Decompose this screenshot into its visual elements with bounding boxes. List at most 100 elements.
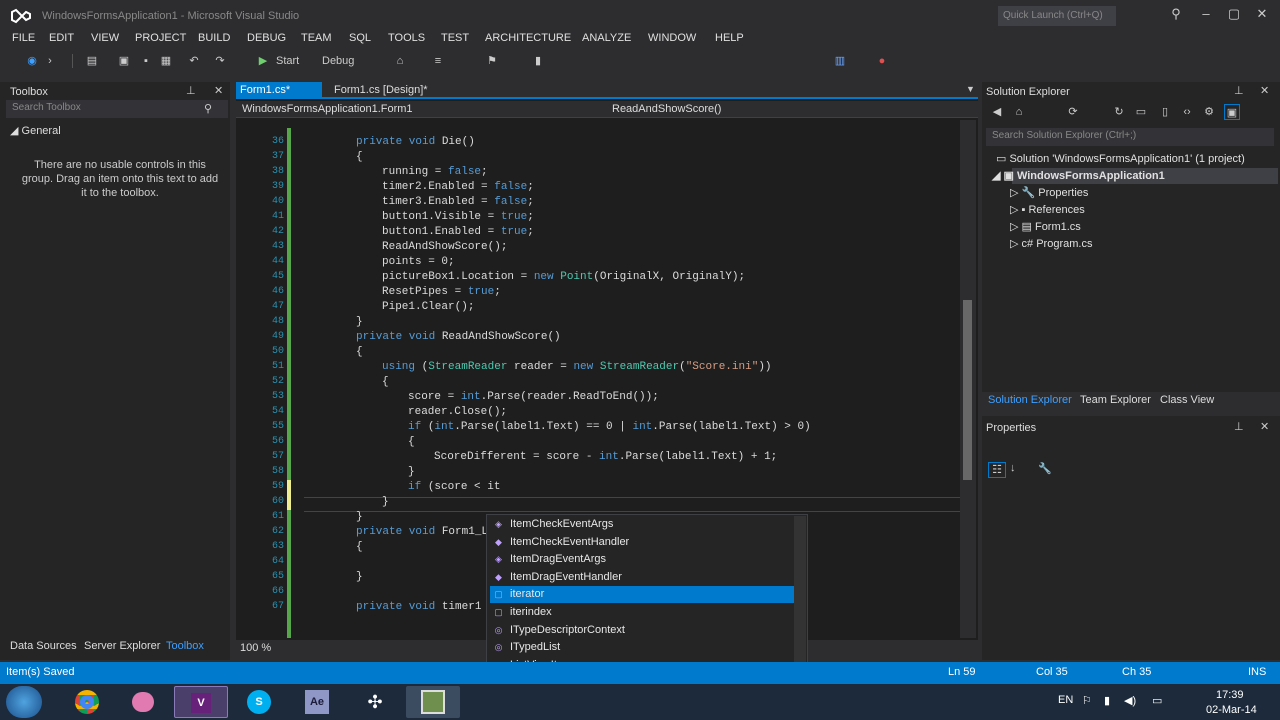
intellisense-item[interactable]: ◆ ItemDragEventHandler — [490, 569, 794, 586]
tab-data-sources[interactable]: Data Sources — [10, 640, 77, 652]
menu-file[interactable]: FILE — [12, 32, 35, 44]
solution-search-input[interactable]: Search Solution Explorer (Ctrl+;) — [986, 128, 1274, 146]
pin-icon[interactable]: ⊥ — [1234, 420, 1244, 433]
menu-architecture[interactable]: ARCHITECTURE — [485, 32, 571, 44]
toolbox-group-general[interactable]: ◢ General — [10, 124, 61, 137]
tab-overflow-icon[interactable]: ▼ — [966, 84, 975, 94]
forward-icon[interactable]: › — [44, 53, 56, 69]
clock-date[interactable]: 02-Mar-14 — [1206, 704, 1257, 716]
intellisense-item[interactable]: ◆ ItemCheckEventHandler — [490, 534, 794, 551]
tree-item-form1[interactable]: ▷ ▤ Form1.cs — [1010, 220, 1081, 233]
comment-icon[interactable]: ≡ — [430, 53, 446, 69]
network-app-icon[interactable]: ✣ — [348, 686, 402, 718]
volume-icon[interactable]: ◀) — [1124, 694, 1136, 707]
tree-item-references[interactable]: ▷ ▪ References — [1010, 203, 1085, 216]
skype-icon[interactable]: S — [232, 686, 286, 718]
menu-sql[interactable]: SQL — [349, 32, 371, 44]
power-icon[interactable]: ▭ — [1152, 694, 1162, 707]
menu-window[interactable]: WINDOW — [648, 32, 696, 44]
tree-item-program[interactable]: ▷ c# Program.cs — [1010, 237, 1092, 250]
intellisense-scrollbar[interactable] — [794, 516, 806, 672]
quick-launch-input[interactable]: Quick Launch (Ctrl+Q) — [998, 6, 1116, 26]
menu-debug[interactable]: DEBUG — [247, 32, 286, 44]
toolbox-search-input[interactable]: Search Toolbox — [6, 100, 228, 118]
team-icon[interactable]: ▥ — [832, 53, 848, 69]
minimize-button[interactable]: – — [1196, 6, 1216, 21]
flag-icon[interactable]: ⚐ — [1082, 694, 1092, 707]
zoom-level[interactable]: 100 % — [240, 642, 271, 654]
member-dropdown[interactable]: ReadAndShowScore() — [612, 103, 721, 115]
tab-team-explorer[interactable]: Team Explorer — [1080, 394, 1151, 406]
properties-icon[interactable]: ⚙ — [1202, 104, 1216, 120]
redo-icon[interactable]: ↷ — [212, 53, 228, 69]
close-icon[interactable]: ✕ — [1260, 84, 1269, 97]
open-icon[interactable]: ▣ — [116, 53, 132, 69]
menu-project[interactable]: PROJECT — [135, 32, 186, 44]
close-icon[interactable]: ✕ — [214, 84, 223, 97]
intellisense-item[interactable]: ◎ ITypedList — [490, 639, 794, 656]
stop-icon[interactable]: ▮ — [530, 53, 546, 69]
game-app-icon[interactable] — [116, 686, 170, 718]
feedback-icon[interactable]: ● — [874, 53, 890, 69]
pin-icon[interactable]: ⊥ — [1234, 84, 1244, 97]
tree-item-properties[interactable]: ▷ 🔧 Properties — [1010, 186, 1088, 199]
intellisense-item[interactable]: ◈ ItemDragEventArgs — [490, 551, 794, 568]
tab-form1-design[interactable]: Form1.cs [Design]* — [330, 82, 432, 98]
menu-team[interactable]: TEAM — [301, 32, 332, 44]
pin-icon[interactable]: ⊥ — [186, 84, 196, 97]
start-icon[interactable]: ▶ — [258, 53, 268, 69]
bookmark-icon[interactable]: ⚑ — [484, 53, 500, 69]
close-icon[interactable]: ✕ — [1260, 420, 1269, 433]
tab-toolbox[interactable]: Toolbox — [166, 640, 204, 652]
configuration-select[interactable]: Debug — [322, 53, 372, 69]
language-indicator[interactable]: EN — [1058, 694, 1073, 706]
back-icon[interactable]: ◀ — [990, 104, 1004, 120]
search-icon[interactable]: ⚲ — [1166, 6, 1186, 22]
project-node[interactable]: ◢ ▣ WindowsFormsApplication1 — [992, 169, 1165, 182]
menu-analyze[interactable]: ANALYZE — [582, 32, 631, 44]
type-dropdown[interactable]: WindowsFormsApplication1.Form1 — [242, 103, 413, 115]
tab-server-explorer[interactable]: Server Explorer — [84, 640, 160, 652]
menu-build[interactable]: BUILD — [198, 32, 230, 44]
start-orb-icon[interactable] — [6, 686, 42, 718]
home-icon[interactable]: ⌂ — [1012, 104, 1026, 120]
close-button[interactable]: ✕ — [1252, 6, 1272, 22]
menu-tools[interactable]: TOOLS — [388, 32, 425, 44]
menu-help[interactable]: HELP — [715, 32, 744, 44]
property-pages-icon[interactable]: 🔧 — [1038, 462, 1052, 475]
browser-link-icon[interactable]: ⌂ — [392, 53, 408, 69]
menu-test[interactable]: TEST — [441, 32, 469, 44]
intellisense-item[interactable]: ◈ ItemCheckEventArgs — [490, 516, 794, 533]
intellisense-item[interactable]: ▢ iterator — [490, 586, 794, 604]
chrome-icon[interactable] — [60, 686, 114, 718]
new-project-icon[interactable]: ▤ — [84, 53, 100, 69]
undo-icon[interactable]: ↶ — [186, 53, 202, 69]
tab-form1-cs[interactable]: Form1.cs* — [236, 82, 322, 99]
maximize-button[interactable]: ▢ — [1224, 6, 1244, 22]
menu-edit[interactable]: EDIT — [49, 32, 74, 44]
refresh-icon[interactable]: ↻ — [1112, 104, 1126, 120]
visual-studio-taskbar-icon[interactable]: V — [174, 686, 228, 718]
start-button[interactable]: Start — [276, 53, 306, 69]
back-icon[interactable]: ◉ — [24, 53, 40, 69]
intellisense-item[interactable]: ▢ iterindex — [490, 604, 794, 621]
network-icon[interactable]: ▮ — [1104, 694, 1110, 707]
game-window-icon[interactable] — [406, 686, 460, 718]
save-icon[interactable]: ▪ — [138, 53, 154, 69]
categorized-icon[interactable]: ☷ — [988, 462, 1006, 478]
menu-view[interactable]: VIEW — [91, 32, 119, 44]
view-code-icon[interactable]: ‹› — [1180, 104, 1194, 120]
tab-solution-explorer[interactable]: Solution Explorer — [988, 394, 1072, 406]
collapse-icon[interactable]: ▭ — [1134, 104, 1148, 120]
intellisense-item[interactable]: ◎ ITypeDescriptorContext — [490, 622, 794, 639]
show-all-icon[interactable]: ▯ — [1158, 104, 1172, 120]
preview-icon[interactable]: ▣ — [1224, 104, 1240, 120]
scroll-thumb[interactable] — [963, 300, 972, 480]
tab-class-view[interactable]: Class View — [1160, 394, 1214, 406]
solution-node[interactable]: ▭ Solution 'WindowsFormsApplication1' (1… — [996, 152, 1245, 165]
save-all-icon[interactable]: ▦ — [158, 53, 174, 69]
sync-icon[interactable]: ⟳ — [1066, 104, 1080, 120]
after-effects-icon[interactable]: Ae — [290, 686, 344, 718]
alphabetical-icon[interactable]: ↓ — [1010, 462, 1016, 474]
clock-time[interactable]: 17:39 — [1216, 689, 1244, 701]
